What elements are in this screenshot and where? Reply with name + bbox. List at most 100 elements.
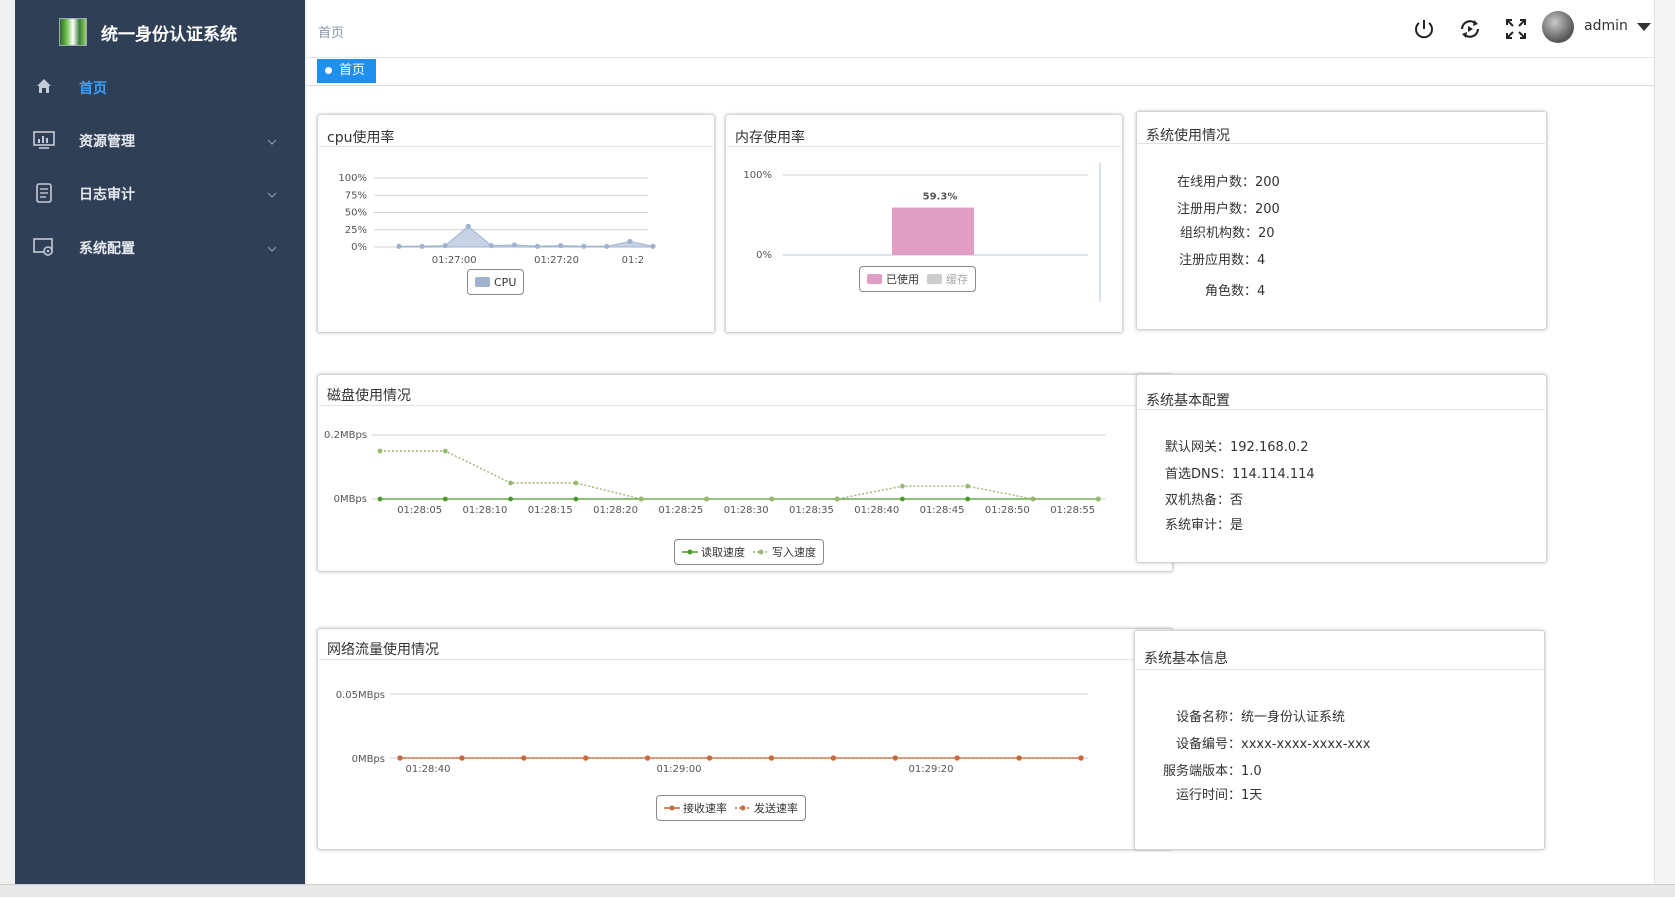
- series-point: [954, 755, 960, 761]
- info-label: 注册应用数：: [1179, 253, 1258, 268]
- series-point: [965, 483, 971, 489]
- info-row: 注册用户数：200: [1177, 198, 1280, 217]
- series-point: [1095, 496, 1101, 502]
- sidebar-item-label: 日志审计: [79, 187, 135, 203]
- panel-title: 系统使用情况: [1146, 128, 1230, 144]
- cpu-point: [396, 243, 402, 249]
- document-list-icon: [33, 183, 55, 205]
- sidebar-item-label: 资源管理: [79, 134, 135, 150]
- x-tick-label: 01:28:35: [789, 505, 834, 516]
- series-point: [706, 755, 713, 761]
- cpu-point: [511, 242, 518, 248]
- refresh-icon[interactable]: [1457, 16, 1483, 42]
- avatar[interactable]: [1542, 11, 1574, 43]
- x-tick-label: 01:28:55: [1050, 505, 1095, 516]
- disk-panel: 磁盘使用情况 0.2MBps 0MBps 01:28:05 01:28:10 01:28…: [317, 374, 1173, 572]
- series-point: [1078, 755, 1084, 761]
- info-row: 系统审计：是: [1165, 514, 1243, 533]
- info-row: 双机热备：否: [1165, 489, 1243, 508]
- chevron-down-icon: [267, 242, 277, 255]
- info-label: 注册用户数：: [1177, 202, 1256, 217]
- y-tick-label: 100%: [338, 173, 367, 184]
- chart-legend[interactable]: 已使用 缓存: [859, 266, 976, 292]
- legend-label: 读取速度: [701, 546, 745, 559]
- top-bar: 首页 admin: [307, 0, 1654, 58]
- info-value: 否: [1230, 493, 1244, 508]
- chart-legend[interactable]: 读取速度 写入速度: [674, 539, 824, 565]
- chevron-down-icon: [267, 188, 277, 201]
- fullscreen-icon[interactable]: [1503, 16, 1529, 42]
- power-icon[interactable]: [1411, 16, 1437, 42]
- chevron-down-icon[interactable]: [1637, 23, 1651, 31]
- info-row: 首选DNS：114.114.114: [1165, 463, 1315, 482]
- cpu-point: [465, 223, 471, 229]
- app-window: 统一身份认证系统 首页 资源管理 日志审计 系统配置 首页 admin 首页 c…: [0, 0, 1675, 897]
- y-tick-label: 0%: [756, 250, 772, 261]
- chart-legend[interactable]: CPU: [467, 269, 525, 295]
- settings-screen-icon: [33, 237, 55, 259]
- panel-title: 系统基本信息: [1144, 651, 1228, 667]
- username[interactable]: admin: [1584, 18, 1628, 34]
- breadcrumb[interactable]: 首页: [318, 22, 344, 41]
- series-point: [834, 496, 840, 502]
- cpu-point: [627, 238, 633, 245]
- info-value: 统一身份认证系统: [1241, 710, 1346, 725]
- home-icon: [33, 77, 55, 99]
- cpu-point: [534, 243, 541, 249]
- sidebar: 统一身份认证系统 首页 资源管理 日志审计 系统配置: [15, 0, 305, 884]
- cpu-point: [488, 243, 494, 249]
- series-point: [508, 480, 513, 486]
- sidebar-item-config[interactable]: 系统配置: [15, 220, 305, 276]
- sidebar-item-resource[interactable]: 资源管理: [15, 113, 305, 169]
- tab-bar: 首页: [307, 58, 1654, 86]
- series-point: [573, 496, 579, 502]
- x-tick-label: 01:27:00: [432, 255, 477, 266]
- dashboard: cpu使用率 100% 75% 50% 25% 0% 01:27:00 01:27:20 01…: [307, 86, 1654, 884]
- vertical-scrollbar[interactable]: [1654, 0, 1675, 884]
- series-point: [769, 496, 775, 502]
- legend-swatch: [753, 549, 769, 555]
- y-tick-label: 0.2MBps: [324, 430, 367, 441]
- y-tick-label: 50%: [345, 208, 367, 219]
- x-tick-label: 01:28:20: [593, 505, 638, 516]
- sidebar-item-home[interactable]: 首页: [15, 60, 305, 116]
- cpu-point: [604, 243, 610, 249]
- series-point: [521, 755, 527, 761]
- sidebar-item-audit[interactable]: 日志审计: [15, 166, 305, 222]
- legend-label: 写入速度: [772, 546, 816, 559]
- series-point: [900, 483, 905, 489]
- x-tick-label: 01:29:20: [909, 764, 954, 775]
- x-tick-label: 01:28:50: [985, 505, 1030, 516]
- info-row: 运行时间：1天: [1176, 784, 1262, 803]
- horizontal-scrollbar[interactable]: [0, 884, 1675, 897]
- legend-swatch: [475, 277, 490, 287]
- chart-legend[interactable]: 接收速率 发送速率: [656, 795, 806, 821]
- legend-swatch: [867, 274, 882, 284]
- series-point: [508, 496, 513, 502]
- legend-label: 发送速率: [754, 802, 798, 815]
- series-point: [1016, 755, 1022, 761]
- series-point: [768, 755, 775, 761]
- series-point: [573, 480, 579, 486]
- info-label: 设备名称：: [1176, 710, 1242, 725]
- panel-title: 系统基本配置: [1146, 393, 1230, 409]
- series-point: [1030, 496, 1036, 502]
- x-tick-label: 01:2: [622, 255, 644, 266]
- info-row: 组织机构数：20: [1180, 222, 1275, 241]
- series-point: [965, 496, 971, 502]
- series-point: [459, 755, 465, 761]
- legend-swatch: [735, 805, 751, 811]
- y-tick-label: 0%: [351, 242, 367, 253]
- logo-icon: [59, 18, 87, 46]
- tab-home[interactable]: 首页: [317, 59, 377, 83]
- app-title: 统一身份认证系统: [101, 24, 237, 45]
- info-row: 默认网关：192.168.0.2: [1165, 436, 1309, 455]
- info-value: xxxx-xxxx-xxxx-xxx: [1241, 737, 1371, 752]
- x-tick-label: 01:27:20: [534, 255, 579, 266]
- sidebar-item-label: 首页: [79, 81, 107, 97]
- info-row: 设备编号：xxxx-xxxx-xxxx-xxx: [1176, 733, 1371, 752]
- info-row: 角色数：4: [1205, 280, 1265, 299]
- info-label: 系统审计：: [1165, 518, 1231, 533]
- x-tick-label: 01:28:40: [406, 764, 451, 775]
- info-label: 服务端版本：: [1163, 764, 1242, 779]
